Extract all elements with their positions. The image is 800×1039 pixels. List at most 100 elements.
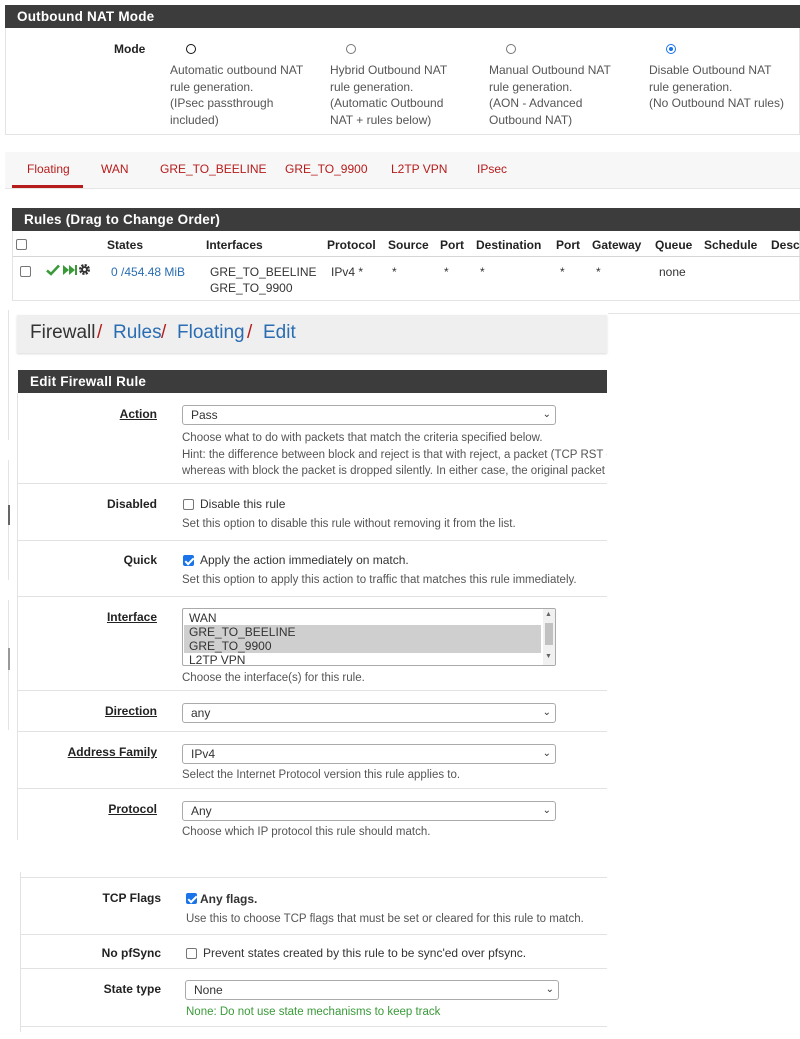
row-divider	[18, 690, 607, 691]
any-flags-checkbox[interactable]	[186, 893, 197, 904]
option-line: rule generation.	[170, 79, 254, 94]
row-divider	[21, 934, 607, 935]
tab-gre-to-9900[interactable]: GRE_TO_9900	[285, 162, 368, 176]
col-source-port: Port	[440, 238, 464, 252]
interface-option-gre-to-beeline[interactable]: GRE_TO_BEELINE	[184, 625, 541, 639]
breadcrumb-floating[interactable]: Floating	[177, 322, 245, 344]
state-type-help: None: Do not use state mechanisms to kee…	[186, 1006, 441, 1018]
interface-options: WAN GRE_TO_BEELINE GRE_TO_9900 L2TP VPN	[183, 609, 555, 665]
option-line: Outbound NAT)	[489, 112, 573, 127]
breadcrumb-rules[interactable]: Rules	[113, 322, 162, 344]
option-line: Automatic outbound NAT	[170, 63, 304, 77]
address-family-select[interactable]: IPv4 ⌄	[182, 744, 556, 764]
tab-wan[interactable]: WAN	[101, 162, 129, 176]
action-help-2: Hint: the difference between block and r…	[182, 449, 607, 461]
option-line: Manual Outbound NAT	[489, 63, 611, 77]
address-family-select-value: IPv4	[191, 747, 216, 761]
select-all-checkbox[interactable]	[16, 239, 27, 250]
col-source: Source	[388, 238, 429, 252]
rule-destination-port: *	[560, 265, 565, 279]
breadcrumb-separator: /	[97, 322, 103, 343]
rule-protocol: IPv4 *	[331, 265, 364, 279]
tab-floating[interactable]: Floating	[27, 162, 70, 176]
scroll-down-icon[interactable]: ▼	[545, 653, 552, 660]
option-line: (No Outbound NAT rules)	[649, 96, 784, 110]
action-help-3: whereas with block the packet is dropped…	[182, 465, 607, 477]
option-automatic-text: Automatic outbound NAT rule generation. …	[170, 62, 303, 128]
breadcrumb-bar	[17, 315, 607, 353]
radio-automatic[interactable]	[186, 44, 196, 54]
radio-manual[interactable]	[506, 44, 516, 54]
interface-option-wan[interactable]: WAN	[184, 611, 541, 625]
top-divider	[608, 313, 800, 314]
scroll-up-icon[interactable]: ▲	[545, 611, 552, 618]
row-divider	[21, 877, 607, 878]
tab-ipsec[interactable]: IPsec	[477, 162, 507, 176]
radio-hybrid[interactable]	[346, 44, 356, 54]
protocol-help: Choose which IP protocol this rule shoul…	[182, 826, 431, 838]
rule-queue: none	[659, 265, 686, 279]
rule-source-port: *	[444, 265, 449, 279]
state-type-label: State type	[103, 982, 161, 996]
quick-checkbox[interactable]	[183, 555, 194, 566]
advanced-gear-icon	[79, 264, 90, 275]
breadcrumb-edit[interactable]: Edit	[263, 322, 296, 344]
protocol-select[interactable]: Any ⌄	[182, 801, 556, 821]
direction-select[interactable]: any ⌄	[182, 703, 556, 723]
row-divider	[18, 788, 607, 789]
nat-panel-title: Outbound NAT Mode	[17, 9, 155, 24]
no-pfsync-checkbox[interactable]	[186, 948, 197, 959]
action-help-clip: Hint: the difference between block and r…	[182, 447, 607, 483]
rules-panel-title: Rules (Drag to Change Order)	[24, 212, 221, 227]
rule-destination: *	[480, 265, 485, 279]
option-line: rule generation.	[489, 79, 573, 94]
protocol-select-value: Any	[191, 804, 212, 818]
interface-help: Choose the interface(s) for this rule.	[182, 672, 365, 684]
option-manual-text: Manual Outbound NAT rule generation. (AO…	[489, 62, 611, 128]
chevron-down-icon: ⌄	[545, 984, 554, 995]
state-type-select-value: None	[194, 983, 223, 997]
rule-gateway: *	[596, 265, 601, 279]
edit-panel-heading: Edit Firewall Rule	[18, 370, 607, 393]
no-pfsync-label: No pfSync	[101, 946, 161, 960]
option-line: included)	[170, 112, 219, 127]
col-destination-port: Port	[556, 238, 580, 252]
state-type-select[interactable]: None ⌄	[185, 980, 559, 1000]
tcp-flags-label: TCP Flags	[102, 891, 161, 905]
col-destination: Destination	[476, 238, 542, 252]
chevron-down-icon: ⌄	[542, 409, 551, 420]
col-gateway: Gateway	[592, 238, 642, 252]
option-line: Hybrid Outbound NAT	[330, 63, 448, 77]
quick-help: Set this option to apply this action to …	[182, 574, 577, 586]
quick-text: Apply the action immediately on match.	[200, 553, 409, 567]
disabled-label: Disabled	[106, 497, 157, 511]
rule-row-checkbox[interactable]	[20, 266, 31, 277]
interface-listbox[interactable]: WAN GRE_TO_BEELINE GRE_TO_9900 L2TP VPN …	[182, 608, 556, 666]
radio-disable[interactable]	[666, 44, 676, 54]
option-line: Disable Outbound NAT	[649, 63, 772, 77]
row-divider	[18, 483, 607, 484]
option-line: (Automatic Outbound	[330, 96, 444, 110]
scroll-thumb[interactable]	[545, 623, 553, 645]
direction-label: Direction	[104, 704, 157, 718]
tab-gre-to-beeline[interactable]: GRE_TO_BEELINE	[160, 162, 267, 176]
interface-scrollbar[interactable]: ▲ ▼	[543, 609, 555, 665]
rule-interface-2: GRE_TO_9900	[210, 281, 293, 295]
rules-header-divider	[13, 256, 800, 257]
action-select[interactable]: Pass ⌄	[182, 405, 556, 425]
disable-rule-checkbox[interactable]	[183, 499, 194, 510]
protocol-label: Protocol	[108, 802, 157, 816]
option-disable-text: Disable Outbound NAT rule generation. (N…	[649, 62, 784, 112]
interface-option-l2tp-vpn[interactable]: L2TP VPN	[184, 653, 541, 665]
col-states: States	[107, 238, 144, 252]
breadcrumb-firewall: Firewall	[30, 322, 96, 343]
disabled-help: Set this option to disable this rule wit…	[182, 518, 516, 530]
option-line: (IPsec passthrough	[170, 96, 274, 110]
interface-option-gre-to-9900[interactable]: GRE_TO_9900	[184, 639, 541, 653]
tab-l2tp-vpn[interactable]: L2TP VPN	[391, 162, 447, 176]
chevron-down-icon: ⌄	[542, 805, 551, 816]
col-queue: Queue	[655, 238, 693, 252]
rule-states-link[interactable]: 0 /454.48 MiB	[111, 265, 185, 279]
mode-label: Mode	[114, 42, 146, 56]
row-divider	[21, 968, 607, 969]
